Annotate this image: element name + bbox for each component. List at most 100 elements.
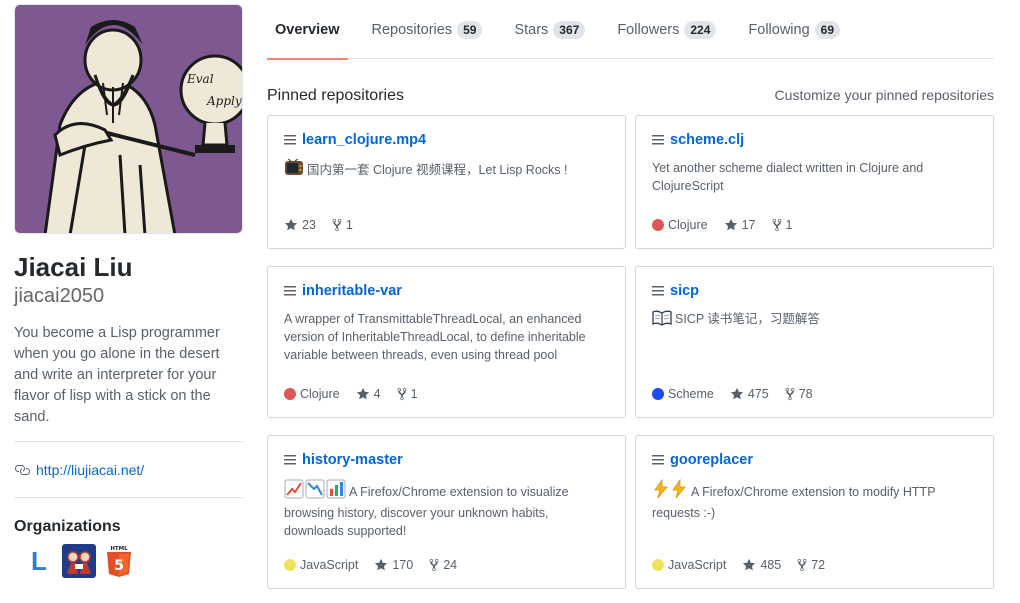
avatar-eval-text: Eval [186,72,214,86]
html5-org-icon[interactable]: HTML 5 [102,544,136,578]
repo-language: Scheme [652,387,714,401]
letter-l-org-icon[interactable]: L [22,544,56,578]
fork-icon [397,387,406,401]
organizations-list: L HTML 5 [14,544,243,578]
pinned-repo-card: learn_clojure.mp4 国内第一套 Clojure 视频课程，Let… [267,115,626,249]
link-icon [14,462,30,478]
tab-stars[interactable]: Stars 367 [506,0,593,59]
repo-stars-count: 170 [392,558,414,572]
star-icon [284,218,298,231]
repo-name-link[interactable]: learn_clojure.mp4 [302,132,426,148]
repo-stars[interactable]: 4 [356,387,381,401]
repo-stars[interactable]: 485 [742,558,781,572]
repo-stars[interactable]: 475 [730,387,769,401]
language-color-dot [652,219,664,231]
avatar[interactable]: Eval Apply [14,4,243,234]
org-l-label: L [31,545,47,576]
tab-following[interactable]: Following 69 [740,0,848,59]
repo-meta: JavaScript 485 72 [652,558,841,572]
repo-stars-count: 485 [760,558,782,572]
svg-text:5: 5 [114,558,124,574]
lightning-icon [652,478,670,504]
repo-meta: Scheme 475 78 [652,387,829,401]
avatar-apply-text: Apply [206,94,242,108]
followers-count: 224 [684,20,717,39]
repo-language-name: JavaScript [668,558,727,572]
repo-name-link[interactable]: gooreplacer [670,452,753,468]
repo-stars-count: 475 [747,387,769,401]
repo-language-name: Clojure [668,218,708,232]
pinned-repo-card: gooreplacer A Firefox/Chrome extension t… [635,435,994,589]
television-icon [284,158,304,182]
fork-icon [772,218,781,232]
repo-description: A Firefox/Chrome extension to modify HTT… [652,478,977,522]
profile-main: Overview Repositories 59 Stars 367 Follo… [267,0,994,589]
avatar-illustration: Eval Apply [15,5,242,233]
repo-stars-count: 4 [373,387,381,401]
sicp-org-icon[interactable] [62,544,96,578]
repo-language: Clojure [652,218,708,232]
stars-count: 367 [553,20,586,39]
repo-name-link[interactable]: scheme.clj [670,132,744,148]
open-book-icon [652,310,672,331]
repo-forks-count: 1 [345,218,353,232]
repo-icon [284,453,296,467]
repo-description: SICP 读书笔记，习题解答 [652,310,977,331]
repo-meta: Clojure 17 1 [652,218,808,232]
repo-forks-count: 1 [410,387,418,401]
profile-name: Jiacai Liu [14,252,133,282]
repo-language: JavaScript [284,558,358,572]
repo-description: A wrapper of TransmittableThreadLocal, a… [284,312,586,362]
language-color-dot [652,559,664,571]
bar-chart-icon [326,479,346,504]
tab-overview[interactable]: Overview [267,0,348,60]
repo-icon [652,133,664,147]
repo-forks-count: 24 [443,558,458,572]
lightning-icon [670,478,688,504]
language-color-dot [652,388,664,400]
pinned-repo-card: history-master A Firefox/Chrome extensio… [267,435,626,589]
website-link[interactable]: http://liujiacai.net/ [36,462,144,478]
fork-icon [797,558,807,572]
repo-forks[interactable]: 24 [429,558,457,572]
following-count: 69 [814,20,841,39]
tab-followers[interactable]: Followers 224 [609,0,724,59]
repo-stars-count: 17 [741,218,756,232]
pinned-repo-card: scheme.clj Yet another scheme dialect wr… [635,115,994,249]
repo-icon [284,284,296,298]
repo-name-link[interactable]: history-master [302,452,403,468]
svg-text:HTML: HTML [110,546,128,552]
sicp-org-illustration [62,544,96,578]
fork-icon [332,218,342,232]
language-color-dot [284,388,296,400]
repo-description: A Firefox/Chrome extension to visualize … [284,479,609,540]
tab-repositories[interactable]: Repositories 59 [364,0,491,59]
repo-forks[interactable]: 1 [397,387,418,401]
repo-forks[interactable]: 72 [797,558,825,572]
customize-pinned-link[interactable]: Customize your pinned repositories [775,87,994,103]
repo-name-link[interactable]: sicp [670,283,699,299]
repo-forks[interactable]: 1 [332,218,353,232]
star-icon [724,218,737,231]
repo-forks[interactable]: 1 [772,218,793,232]
profile-bio: You become a Lisp programmer when you go… [14,323,243,442]
tab-following-label: Following [748,21,810,38]
organizations-title: Organizations [14,518,121,535]
repo-stars[interactable]: 23 [284,218,316,232]
repo-language-name: JavaScript [300,558,359,572]
pinned-repo-card: inheritable-var A wrapper of Transmittab… [267,266,626,418]
repo-forks-count: 1 [785,218,793,232]
tab-stars-label: Stars [514,21,549,38]
star-icon [743,558,756,571]
repo-forks[interactable]: 78 [785,387,813,401]
star-icon [375,558,388,571]
tab-followers-label: Followers [617,21,680,38]
repo-stars[interactable]: 17 [724,218,756,232]
repo-language-name: Clojure [300,387,340,401]
repo-language: JavaScript [652,558,726,572]
repo-meta: JavaScript 170 24 [284,558,473,572]
repo-name-link[interactable]: inheritable-var [302,283,402,299]
repo-stars[interactable]: 170 [374,558,413,572]
repo-language-name: Scheme [668,387,714,401]
repo-icon [652,453,664,467]
